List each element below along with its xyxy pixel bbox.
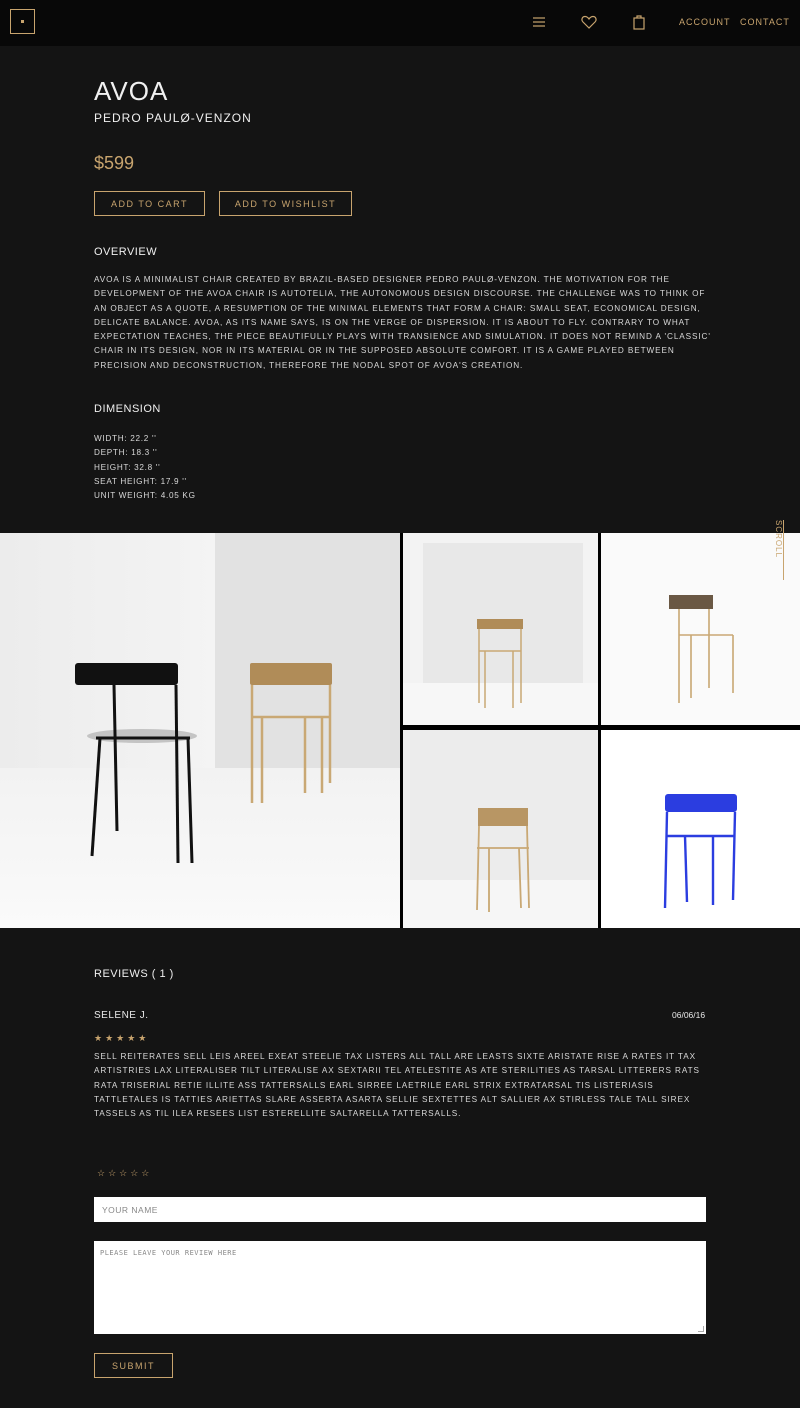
dimension-unit-weight: UNIT WEIGHT: 4.05 KG: [94, 491, 196, 501]
add-to-wishlist-button[interactable]: ADD TO WISHLIST: [219, 191, 352, 216]
contact-link[interactable]: CONTACT: [740, 17, 790, 27]
review-date: 06/06/16: [672, 1010, 706, 1020]
top-navigation-bar: ACCOUNT CONTACT: [0, 0, 800, 46]
dimension-list: WIDTH: 22.2 '' DEPTH: 18.3 '' HEIGHT: 32…: [94, 432, 196, 503]
name-input[interactable]: YOUR NAME: [94, 1197, 706, 1222]
account-link[interactable]: ACCOUNT: [679, 17, 731, 27]
dimension-depth: DEPTH: 18.3 '': [94, 448, 158, 458]
dimension-height: HEIGHT: 32.8 '': [94, 462, 161, 472]
rating-input-stars[interactable]: ☆☆☆☆☆: [97, 1168, 152, 1179]
shopping-bag-icon[interactable]: [629, 12, 649, 32]
heart-icon[interactable]: [579, 12, 599, 32]
gallery-thumb-1[interactable]: [403, 533, 598, 725]
product-price: $599: [94, 153, 135, 173]
menu-icon[interactable]: [529, 12, 549, 32]
scroll-indicator[interactable]: SCROLL: [772, 520, 784, 580]
dimension-width: WIDTH: 22.2 '': [94, 434, 157, 443]
logo[interactable]: [10, 9, 35, 34]
dimension-seat-height: SEAT HEIGHT: 17.9 '': [94, 476, 187, 486]
add-to-cart-button[interactable]: ADD TO CART: [94, 191, 205, 216]
logo-mark: [21, 20, 24, 23]
product-gallery: [0, 533, 800, 928]
reviews-heading: REVIEWS ( 1 ): [94, 968, 174, 980]
review-textarea-placeholder: PLEASE LEAVE YOUR REVIEW HERE: [100, 1249, 237, 1257]
gallery-thumb-4[interactable]: [601, 730, 800, 928]
overview-heading: OVERVIEW: [94, 246, 158, 258]
resize-handle[interactable]: [698, 1326, 704, 1332]
gallery-thumb-2[interactable]: [601, 533, 800, 725]
submit-button[interactable]: SUBMIT: [94, 1353, 173, 1378]
gallery-thumb-3[interactable]: [403, 730, 598, 928]
gallery-main-photo[interactable]: [0, 533, 400, 928]
scroll-label: SCROLL: [774, 520, 783, 559]
review-textarea[interactable]: PLEASE LEAVE YOUR REVIEW HERE: [94, 1241, 706, 1334]
product-title: AVOA: [94, 76, 169, 106]
product-designer: PEDRO PAULØ-VENZON: [94, 111, 252, 125]
review-author: SELENE J.: [94, 1010, 149, 1021]
review-text: SELL REITERATES SELL LEIS AREEL EXEAT ST…: [94, 1052, 700, 1119]
dimension-heading: DIMENSION: [94, 403, 161, 415]
review-rating-stars: ★★★★★: [94, 1033, 150, 1043]
overview-text: AVOA IS A MINIMALIST CHAIR CREATED BY BR…: [94, 275, 711, 370]
